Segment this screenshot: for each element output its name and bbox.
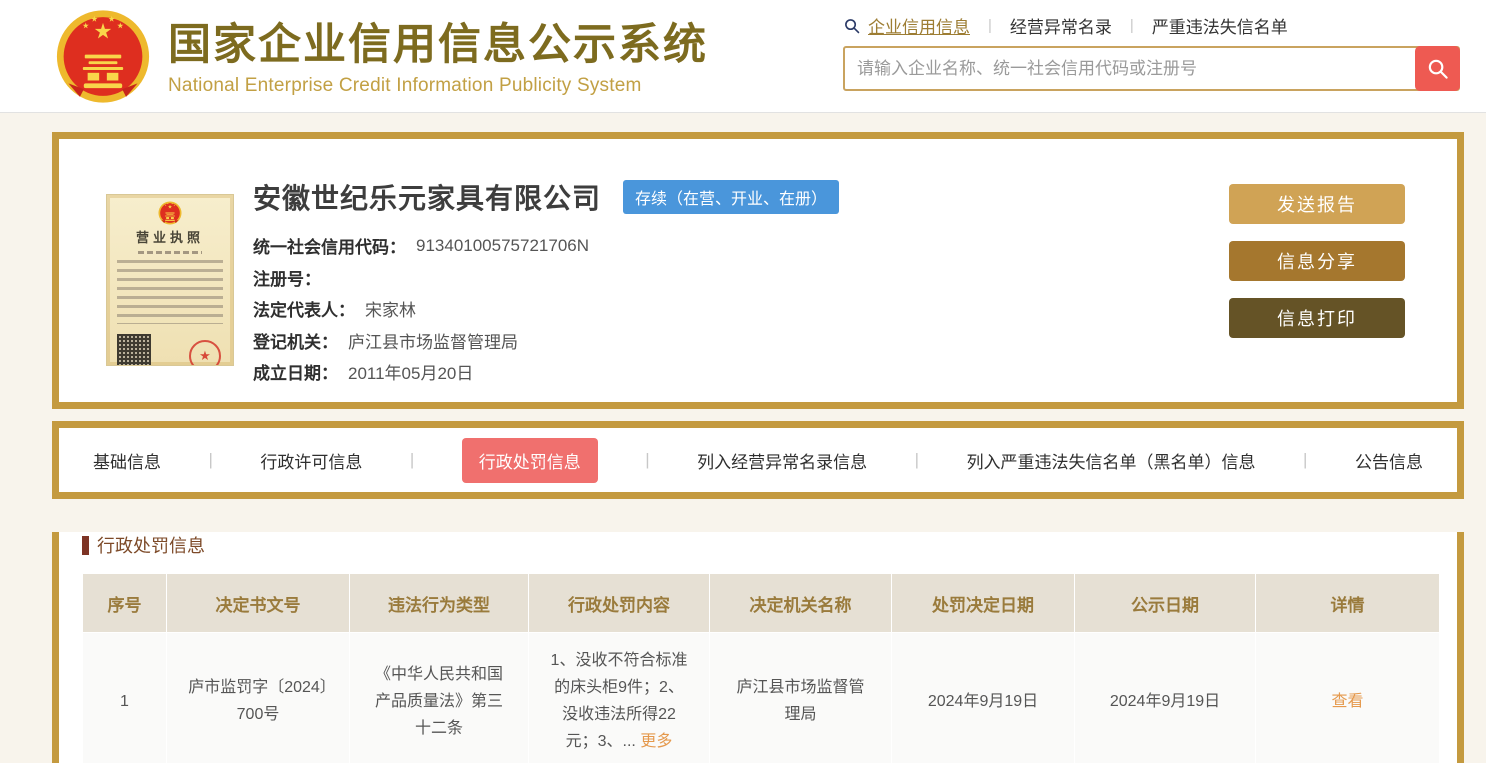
cell-doc-no: 庐市监罚字〔2024〕700号 (167, 633, 349, 763)
business-license-thumbnail: 营业执照 ★ (106, 194, 234, 366)
link-enterprise-credit-info[interactable]: 企业信用信息 (868, 13, 970, 38)
search-box (843, 46, 1460, 91)
tab-serious-violation-blacklist[interactable]: 列入严重违法失信名单（黑名单）信息 (967, 448, 1256, 473)
quick-links: 企业信用信息 | 经营异常名录 | 严重违法失信名单 (843, 13, 1460, 38)
section-header: 行政处罚信息 (82, 532, 1457, 558)
company-name: 安徽世纪乐元家具有限公司 (253, 183, 602, 214)
field-label: 登记机关： (253, 332, 338, 352)
tab-divider: | (409, 450, 415, 469)
link-abnormal-operations-directory[interactable]: 经营异常名录 (1010, 13, 1112, 38)
license-subtitle-line (138, 251, 202, 254)
search-icon (845, 18, 860, 33)
link-divider: | (988, 17, 992, 34)
col-decision-date: 处罚决定日期 (892, 574, 1074, 632)
license-bottom: ★ (117, 328, 223, 365)
cell-seq: 1 (83, 633, 166, 763)
site-title-cn: 国家企业信用信息公示系统 (168, 21, 708, 69)
link-serious-violation-list[interactable]: 严重违法失信名单 (1152, 13, 1288, 38)
status-badge: 存续（在营、开业、在册） (623, 180, 840, 214)
section-title-bar (82, 535, 89, 555)
col-penalty-content: 行政处罚内容 (529, 574, 709, 632)
col-seq: 序号 (83, 574, 166, 632)
search-input[interactable] (845, 48, 1458, 89)
cell-decision-date: 2024年9月19日 (892, 633, 1074, 763)
field-label: 注册号： (253, 269, 321, 289)
cell-authority: 庐江县市场监督管理局 (710, 633, 891, 763)
header-search-area: 企业信用信息 | 经营异常名录 | 严重违法失信名单 (843, 13, 1460, 91)
table-row: 1 庐市监罚字〔2024〕700号 《中华人民共和国产品质量法》第三十二条 1、… (83, 633, 1439, 763)
field-credit-code: 统一社会信用代码： 91340100575721706N (253, 230, 839, 262)
col-doc-no: 决定书文号 (167, 574, 349, 632)
col-violation-type: 违法行为类型 (350, 574, 528, 632)
col-detail: 详情 (1256, 574, 1439, 632)
app-header: 国家企业信用信息公示系统 National Enterprise Credit … (0, 0, 1486, 113)
company-info: 安徽世纪乐元家具有限公司 存续（在营、开业、在册） 统一社会信用代码： 9134… (253, 177, 840, 388)
site-title-en: National Enterprise Credit Information P… (168, 75, 642, 96)
company-summary-card: 营业执照 ★ 安徽世纪乐元家具有限公司 存续（在营、开业、在册） 统一社会信用代… (52, 132, 1464, 409)
field-establishment-date: 成立日期： 2011年05月20日 (253, 356, 839, 388)
field-registration-authority: 登记机关： 庐江县市场监督管理局 (253, 325, 839, 357)
national-emblem-icon (158, 201, 182, 225)
qr-code (117, 334, 151, 365)
section-title: 行政处罚信息 (97, 536, 205, 556)
field-label: 统一社会信用代码： (253, 238, 406, 258)
tab-divider: | (208, 450, 213, 469)
col-publish-date: 公示日期 (1075, 574, 1255, 632)
cell-publish-date: 2024年9月19日 (1075, 633, 1255, 763)
tab-divider: | (1303, 450, 1308, 469)
send-report-button[interactable]: 发送报告 (1229, 184, 1405, 224)
tab-announcements[interactable]: 公告信息 (1355, 448, 1423, 473)
tab-basic-info[interactable]: 基础信息 (93, 448, 161, 473)
field-registration-no: 注册号： (253, 262, 839, 294)
tab-abnormal-operations[interactable]: 列入经营异常名录信息 (697, 448, 867, 473)
tab-divider: | (914, 450, 920, 469)
more-link[interactable]: 更多 (640, 733, 672, 750)
tab-administrative-license[interactable]: 行政许可信息 (260, 448, 362, 473)
action-buttons: 发送报告 信息分享 信息打印 (1229, 184, 1405, 338)
tab-divider: | (645, 450, 650, 469)
print-info-button[interactable]: 信息打印 (1229, 298, 1405, 338)
company-fields: 统一社会信用代码： 91340100575721706N 注册号： 法定代表人：… (253, 230, 839, 388)
tab-administrative-penalty[interactable]: 行政处罚信息 (461, 437, 598, 483)
field-value: 宋家林 (365, 301, 416, 321)
field-label: 成立日期： (253, 364, 338, 384)
tab-bar: 基础信息 | 行政许可信息 | 行政处罚信息 | 列入经营异常名录信息 | 列入… (59, 428, 1457, 492)
field-value: 91340100575721706N (416, 235, 590, 255)
view-detail-link[interactable]: 查看 (1331, 693, 1363, 710)
license-title: 营业执照 (135, 230, 204, 245)
penalty-content-card: 行政处罚信息 序号 决定书文号 违法行为类型 行政处罚内容 决定机关名称 处罚决… (52, 532, 1464, 763)
link-divider: | (1129, 17, 1134, 34)
field-label: 法定代表人： (253, 301, 355, 321)
field-legal-representative: 法定代表人： 宋家林 (253, 293, 839, 325)
red-seal: ★ (189, 340, 221, 365)
search-icon (1428, 59, 1448, 79)
field-value: 庐江县市场监督管理局 (348, 332, 518, 352)
table-header-row: 序号 决定书文号 违法行为类型 行政处罚内容 决定机关名称 处罚决定日期 公示日… (83, 574, 1439, 632)
field-value: 2011年05月20日 (348, 364, 474, 384)
tabs-card: 基础信息 | 行政许可信息 | 行政处罚信息 | 列入经营异常名录信息 | 列入… (52, 421, 1464, 499)
cell-detail: 查看 (1256, 633, 1439, 763)
cell-penalty-content: 1、没收不符合标准的床头柜9件；2、没收违法所得22元；3、... 更多 (529, 633, 709, 763)
cell-violation-type: 《中华人民共和国产品质量法》第三十二条 (350, 633, 528, 763)
share-info-button[interactable]: 信息分享 (1229, 241, 1405, 281)
site-titles: 国家企业信用信息公示系统 National Enterprise Credit … (168, 10, 708, 97)
penalty-table: 序号 决定书文号 违法行为类型 行政处罚内容 决定机关名称 处罚决定日期 公示日… (82, 573, 1440, 763)
license-text-lines (117, 260, 223, 324)
search-button[interactable] (1415, 46, 1460, 91)
national-emblem-logo (55, 8, 151, 105)
col-authority: 决定机关名称 (710, 574, 891, 632)
